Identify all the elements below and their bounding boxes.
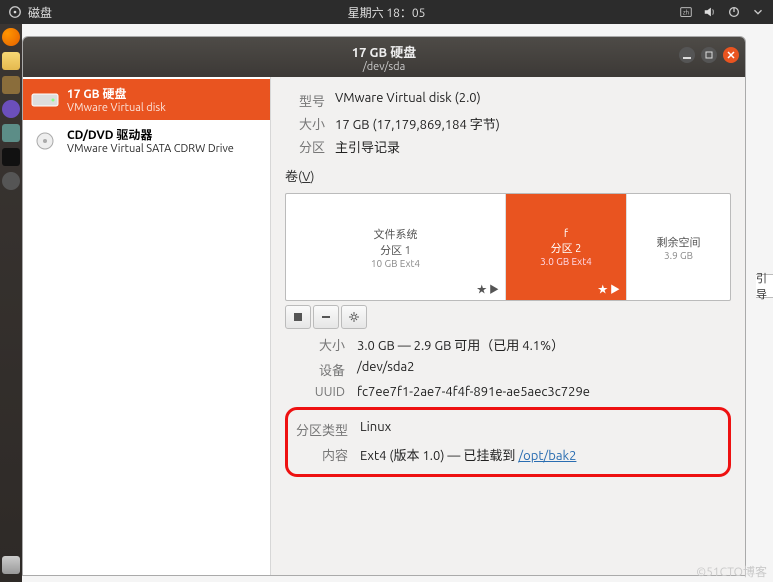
launcher <box>0 24 22 582</box>
vol-type-label: 分区类型 <box>288 420 360 439</box>
sidebar-item-hdd[interactable]: 17 GB 硬盘 VMware Virtual disk <box>23 79 270 120</box>
window-subtitle: /dev/sda <box>363 61 405 73</box>
clock[interactable]: 星期六 18：05 <box>348 4 426 21</box>
cd-icon <box>31 131 59 151</box>
sidebar-item-label: CD/DVD 驱动器 <box>67 126 234 143</box>
launcher-terminal-icon[interactable] <box>2 148 20 166</box>
hdd-icon <box>31 90 59 110</box>
sidebar-item-label: 17 GB 硬盘 <box>67 85 166 102</box>
launcher-software-icon[interactable] <box>2 76 20 94</box>
vol-device-value: /dev/sda2 <box>357 360 731 379</box>
vol-content-label: 内容 <box>288 445 360 464</box>
top-panel: 磁盘 星期六 18：05 zh <box>0 0 773 24</box>
input-method-icon[interactable]: zh <box>679 5 693 19</box>
disks-app-icon <box>8 5 22 19</box>
sidebar-item-sublabel: VMware Virtual SATA CDRW Drive <box>67 143 234 155</box>
parttable-label: 分区 <box>285 137 335 156</box>
svg-text:zh: zh <box>683 10 690 17</box>
launcher-help-icon[interactable] <box>2 100 20 118</box>
close-button[interactable] <box>723 47 739 63</box>
chevron-down-icon[interactable] <box>751 5 765 19</box>
vol-device-label: 设备 <box>285 360 357 379</box>
side-tab-boot[interactable]: 引导 <box>756 274 773 298</box>
launcher-files-icon[interactable] <box>2 52 20 70</box>
size-label: 大小 <box>285 114 335 133</box>
power-icon[interactable] <box>727 5 741 19</box>
watermark: ©51CTO博客 <box>696 563 767 580</box>
sidebar-item-sublabel: VMware Virtual disk <box>67 102 166 114</box>
launcher-trash-icon[interactable] <box>2 556 20 574</box>
volume-partition-2[interactable]: f 分区 2 3.0 GB Ext4 ★ ▶ <box>506 194 626 300</box>
launcher-settings-icon[interactable] <box>2 172 20 190</box>
detail-pane: 型号VMware Virtual disk (2.0) 大小17 GB (17,… <box>271 77 745 575</box>
vol-type-value: Linux <box>360 420 728 439</box>
titlebar[interactable]: 17 GB 硬盘 /dev/sda <box>23 37 745 77</box>
model-value: VMware Virtual disk (2.0) <box>335 91 731 110</box>
volume-marks: ★ ▶ <box>598 281 620 296</box>
annotation-highlight: 分区类型Linux 内容Ext4 (版本 1.0) — 已挂载到 /opt/ba… <box>285 407 731 477</box>
launcher-docs-icon[interactable] <box>2 124 20 142</box>
volume-free-space[interactable]: 剩余空间 3.9 GB <box>626 194 730 300</box>
app-name: 磁盘 <box>28 4 52 21</box>
minimize-button[interactable] <box>679 47 695 63</box>
sidebar-item-cdrom[interactable]: CD/DVD 驱动器 VMware Virtual SATA CDRW Driv… <box>23 120 270 161</box>
volume-partition-1[interactable]: 文件系统 分区 1 10 GB Ext4 ★ ▶ <box>286 194 506 300</box>
vol-uuid-label: UUID <box>285 385 357 399</box>
vol-size-value: 3.0 GB — 2.9 GB 可用（已用 4.1%） <box>357 335 731 354</box>
unmount-button[interactable] <box>285 305 311 329</box>
disks-window: 17 GB 硬盘 /dev/sda 17 GB 硬盘 VMware Virtua… <box>22 36 746 576</box>
window-title: 17 GB 硬盘 <box>352 42 416 61</box>
parttable-value: 主引导记录 <box>335 137 731 156</box>
volumes-section-label: 卷(V) <box>285 166 731 185</box>
volume-toolbar <box>285 305 731 329</box>
volume-map: 文件系统 分区 1 10 GB Ext4 ★ ▶ f 分区 2 3.0 GB E… <box>285 193 731 301</box>
model-label: 型号 <box>285 91 335 110</box>
vol-uuid-value: fc7ee7f1-2ae7-4f4f-891e-ae5aec3c729e <box>357 385 731 399</box>
volume-icon[interactable] <box>703 5 717 19</box>
vol-size-label: 大小 <box>285 335 357 354</box>
maximize-button[interactable] <box>701 47 717 63</box>
launcher-firefox-icon[interactable] <box>2 28 20 46</box>
volume-options-button[interactable] <box>341 305 367 329</box>
gear-icon <box>348 311 360 323</box>
size-value: 17 GB (17,179,869,184 字节) <box>335 114 731 133</box>
device-sidebar: 17 GB 硬盘 VMware Virtual disk CD/DVD 驱动器 … <box>23 77 271 575</box>
volume-marks: ★ ▶ <box>477 281 499 296</box>
vol-content-value: Ext4 (版本 1.0) — 已挂载到 /opt/bak2 <box>360 445 728 464</box>
mount-point-link[interactable]: /opt/bak2 <box>518 449 576 463</box>
delete-partition-button[interactable] <box>313 305 339 329</box>
